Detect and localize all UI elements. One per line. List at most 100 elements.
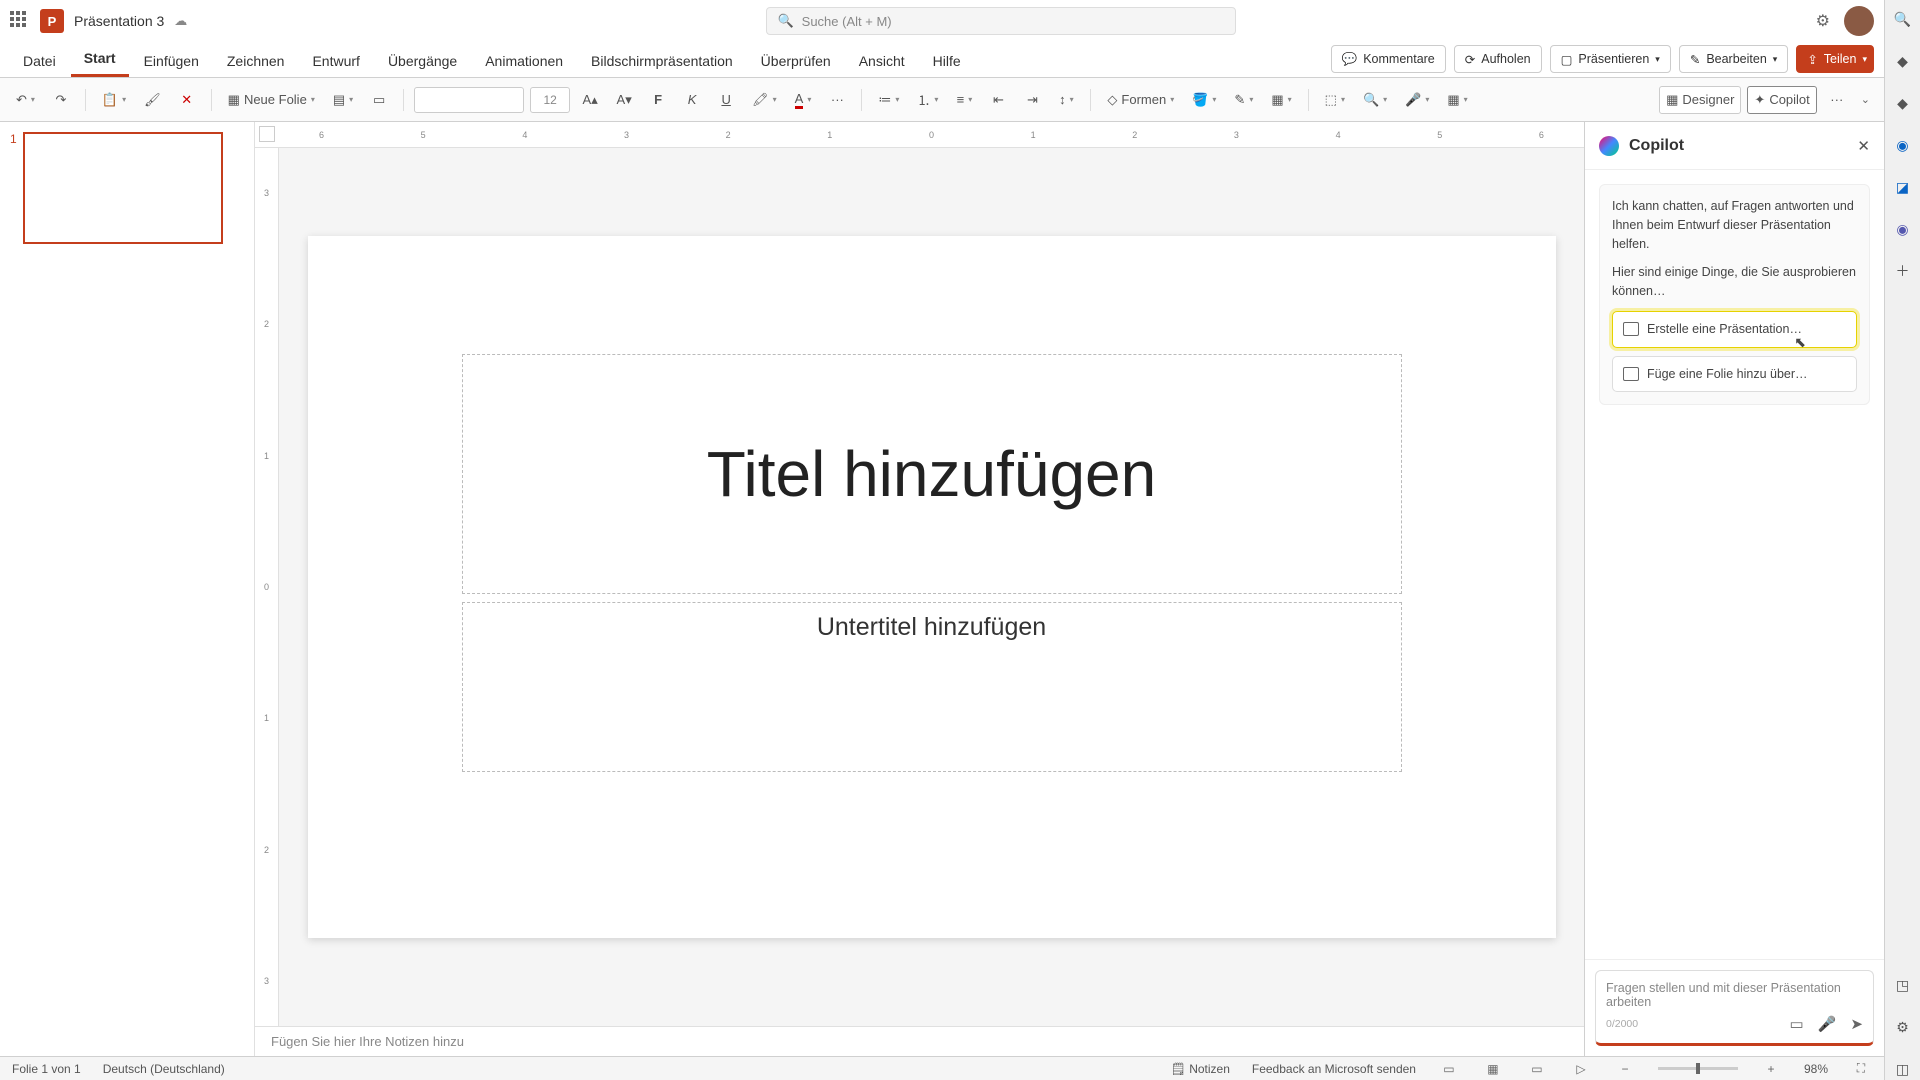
more-font-button[interactable]: ··· xyxy=(823,86,851,114)
tab-ueberpruefen[interactable]: Überprüfen xyxy=(748,45,844,77)
align-button[interactable]: ≡▾ xyxy=(950,86,978,114)
format-painter-button[interactable]: 🖌 xyxy=(138,86,167,114)
section-button[interactable]: ▭ xyxy=(365,86,393,114)
decrease-font-button[interactable]: A▾ xyxy=(610,86,638,114)
cloud-saved-icon[interactable]: ☁ xyxy=(174,13,187,29)
copilot-attach-icon[interactable]: ▭ xyxy=(1790,1015,1804,1033)
fit-slide-button[interactable]: ⛶ xyxy=(1850,1060,1872,1078)
title-placeholder[interactable]: Titel hinzufügen xyxy=(462,354,1402,594)
app-launcher[interactable] xyxy=(10,11,30,31)
status-notes-button[interactable]: 🗒 Notizen xyxy=(1171,1062,1230,1076)
slide-canvas[interactable]: Titel hinzufügen Untertitel hinzufügen xyxy=(308,236,1556,938)
tab-zeichnen[interactable]: Zeichnen xyxy=(214,45,298,77)
font-size-select[interactable]: 12 xyxy=(530,87,570,113)
copilot-mic-icon[interactable]: 🎤 xyxy=(1818,1015,1837,1033)
comments-button[interactable]: 💬Kommentare xyxy=(1331,45,1446,73)
designer-button[interactable]: ▦ Designer xyxy=(1659,86,1741,114)
rs-add-icon[interactable]: ＋ xyxy=(1892,260,1914,282)
line-spacing-button[interactable]: ↕▾ xyxy=(1052,86,1080,114)
rs-teams-icon[interactable]: ◉ xyxy=(1892,218,1914,240)
view-slideshow-icon[interactable]: ▷ xyxy=(1570,1060,1592,1078)
tab-bildschirm[interactable]: Bildschirmpräsentation xyxy=(578,45,746,77)
catchup-button[interactable]: ⟳Aufholen xyxy=(1454,45,1542,73)
cut-button[interactable]: ✕ xyxy=(173,86,201,114)
copilot-suggestion-addslide[interactable]: Füge eine Folie hinzu über… xyxy=(1612,356,1857,393)
rs-app2-icon[interactable]: ◆ xyxy=(1892,92,1914,114)
paste-button[interactable]: 📋▾ xyxy=(96,86,132,114)
rs-tool2-icon[interactable]: ⚙ xyxy=(1892,1016,1914,1038)
rs-outlook-icon[interactable]: ◪ xyxy=(1892,176,1914,198)
font-family-select[interactable] xyxy=(414,87,524,113)
rs-tool3-icon[interactable]: ◫ xyxy=(1892,1058,1914,1080)
highlight-button[interactable]: 🖍▾ xyxy=(746,86,783,114)
copilot-intro-2: Hier sind einige Dinge, die Sie ausprobi… xyxy=(1612,263,1857,301)
zoom-out-button[interactable]: − xyxy=(1614,1060,1636,1078)
present-button[interactable]: ▢Präsentieren▾ xyxy=(1550,45,1671,73)
zoom-level[interactable]: 98% xyxy=(1804,1062,1828,1076)
copilot-send-icon[interactable]: ➤ xyxy=(1850,1015,1863,1033)
italic-button[interactable]: K xyxy=(678,86,706,114)
view-reading-icon[interactable]: ▭ xyxy=(1526,1060,1548,1078)
status-slide: Folie 1 von 1 xyxy=(12,1062,81,1076)
underline-button[interactable]: U xyxy=(712,86,740,114)
redo-button[interactable]: ↷ xyxy=(47,86,75,114)
status-feedback[interactable]: Feedback an Microsoft senden xyxy=(1252,1062,1416,1076)
copilot-close-button[interactable]: ✕ xyxy=(1857,137,1870,155)
thumb-number: 1 xyxy=(10,132,17,244)
slide-thumbnail-1[interactable] xyxy=(23,132,223,244)
bullets-button[interactable]: ≔▾ xyxy=(872,86,905,114)
tab-animationen[interactable]: Animationen xyxy=(472,45,576,77)
rs-search-icon[interactable]: 🔍 xyxy=(1892,8,1914,30)
layout-button[interactable]: ▤▾ xyxy=(327,86,359,114)
increase-font-button[interactable]: A▴ xyxy=(576,86,604,114)
edit-button[interactable]: ✎Bearbeiten▾ xyxy=(1679,45,1788,73)
presentation-icon xyxy=(1623,322,1639,336)
tab-entwurf[interactable]: Entwurf xyxy=(299,45,372,77)
copilot-toolbar-button[interactable]: ✦ Copilot xyxy=(1747,86,1816,114)
increase-indent-button[interactable]: ⇥ xyxy=(1018,86,1046,114)
decrease-indent-button[interactable]: ⇤ xyxy=(984,86,1012,114)
view-normal-icon[interactable]: ▭ xyxy=(1438,1060,1460,1078)
tab-hilfe[interactable]: Hilfe xyxy=(920,45,974,77)
shape-outline-button[interactable]: ✎▾ xyxy=(1228,86,1259,114)
more-commands-button[interactable]: ··· xyxy=(1823,86,1851,114)
notes-input[interactable]: Fügen Sie hier Ihre Notizen hinzu xyxy=(255,1026,1584,1056)
collapse-ribbon-button[interactable]: ⌄ xyxy=(1857,89,1874,110)
new-slide-button[interactable]: ▦ Neue Folie▾ xyxy=(222,86,321,114)
arrange-button[interactable]: ▦▾ xyxy=(1265,86,1297,114)
share-button[interactable]: ⇪Teilen▾ xyxy=(1796,45,1874,73)
user-avatar[interactable] xyxy=(1844,6,1874,36)
addins-button[interactable]: ▦▾ xyxy=(1441,86,1473,114)
tab-einfuegen[interactable]: Einfügen xyxy=(131,45,212,77)
rs-app1-icon[interactable]: ◆ xyxy=(1892,50,1914,72)
numbering-button[interactable]: ⒈▾ xyxy=(911,86,944,114)
bold-button[interactable]: F xyxy=(644,86,672,114)
font-color-button[interactable]: A▾ xyxy=(789,86,818,114)
document-name[interactable]: Präsentation 3 xyxy=(74,13,164,29)
copilot-intro-1: Ich kann chatten, auf Fragen antworten u… xyxy=(1612,197,1857,253)
dictate-button[interactable]: 🎤▾ xyxy=(1399,86,1435,114)
settings-icon[interactable]: ⚙ xyxy=(1816,11,1830,31)
copilot-logo-icon xyxy=(1599,136,1619,156)
shapes-button[interactable]: ◇ Formen▾ xyxy=(1101,86,1180,114)
tab-start[interactable]: Start xyxy=(71,42,129,77)
tab-ansicht[interactable]: Ansicht xyxy=(846,45,918,77)
view-sorter-icon[interactable]: ▦ xyxy=(1482,1060,1504,1078)
copilot-input[interactable]: Fragen stellen und mit dieser Präsentati… xyxy=(1595,970,1874,1046)
ruler-grid-icon[interactable] xyxy=(259,126,275,142)
copilot-suggestion-create[interactable]: Erstelle eine Präsentation… ⬉ xyxy=(1612,311,1857,348)
zoom-slider[interactable] xyxy=(1658,1067,1738,1070)
find-button[interactable]: 🔍▾ xyxy=(1357,86,1393,114)
group1-button[interactable]: ⬚▾ xyxy=(1319,86,1351,114)
zoom-in-button[interactable]: + xyxy=(1760,1060,1782,1078)
rs-tool1-icon[interactable]: ◳ xyxy=(1892,974,1914,996)
search-input[interactable]: 🔍 Suche (Alt + M) xyxy=(766,7,1236,35)
tab-datei[interactable]: Datei xyxy=(10,45,69,77)
rs-app3-icon[interactable]: ◉ xyxy=(1892,134,1914,156)
subtitle-placeholder[interactable]: Untertitel hinzufügen xyxy=(462,602,1402,772)
undo-button[interactable]: ↶▾ xyxy=(10,86,41,114)
tab-uebergaenge[interactable]: Übergänge xyxy=(375,45,470,77)
shape-fill-button[interactable]: 🪣▾ xyxy=(1186,86,1222,114)
copilot-title: Copilot xyxy=(1629,137,1684,155)
status-language[interactable]: Deutsch (Deutschland) xyxy=(103,1062,225,1076)
